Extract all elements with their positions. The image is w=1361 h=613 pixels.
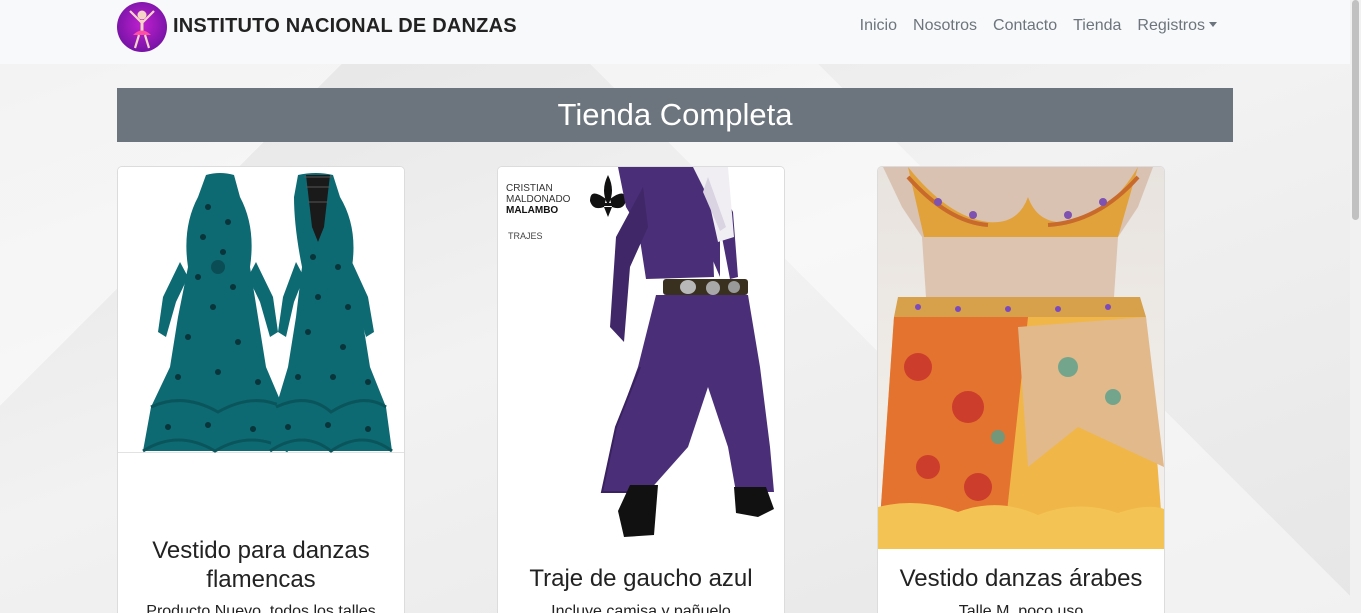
nav-registros-label: Registros [1137,17,1205,34]
caret-down-icon [1209,22,1217,28]
product-title: Traje de gaucho azul [529,565,753,592]
product-card-gaucho[interactable]: CRISTIAN MALDONADO MALAMBO TRAJES Traje … [497,166,785,613]
page-scrollbar[interactable] [1350,0,1361,613]
nav-nosotros[interactable]: Nosotros [905,15,985,37]
nav-inicio[interactable]: Inicio [852,15,905,37]
product-description: Incluye camisa y pañuelo [551,603,731,613]
product-title: Vestido para danzas flamencas [152,537,370,593]
page-title: Tienda Completa [557,97,793,132]
brand[interactable]: INSTITUTO NACIONAL DE DANZAS [117,0,517,52]
main-nav: Inicio Nosotros Contacto Tienda Registro… [852,15,1225,37]
dancer-logo-icon [117,2,167,52]
product-image-gaucho-suit: CRISTIAN MALDONADO MALAMBO TRAJES [498,167,784,549]
product-card-flamenco[interactable]: Vestido para danzas flamencas Producto N… [117,166,405,613]
nav-tienda[interactable]: Tienda [1065,15,1129,37]
caption-line-4: TRAJES [508,231,543,241]
product-card-arabe[interactable]: Vestido danzas árabes Talle M, poco uso [877,166,1165,613]
top-navbar: INSTITUTO NACIONAL DE DANZAS Inicio Noso… [0,0,1350,64]
product-description: Producto Nuevo, todos los talles [146,603,376,613]
product-image-flamenco-dress [118,167,404,453]
nav-registros-dropdown[interactable]: Registros [1129,15,1225,37]
brand-name: INSTITUTO NACIONAL DE DANZAS [173,14,517,37]
scrollbar-thumb[interactable] [1352,0,1359,220]
page-heading-bar: Tienda Completa [117,88,1233,142]
product-description: Talle M, poco uso [958,603,1084,613]
caption-line-3: MALAMBO [506,205,558,216]
product-title: Vestido danzas árabes [899,565,1143,592]
product-image-belly-dance-costume [878,167,1164,549]
nav-contacto[interactable]: Contacto [985,15,1065,37]
caption-line-2: MALDONADO [506,194,571,205]
caption-line-1: CRISTIAN [506,183,553,194]
